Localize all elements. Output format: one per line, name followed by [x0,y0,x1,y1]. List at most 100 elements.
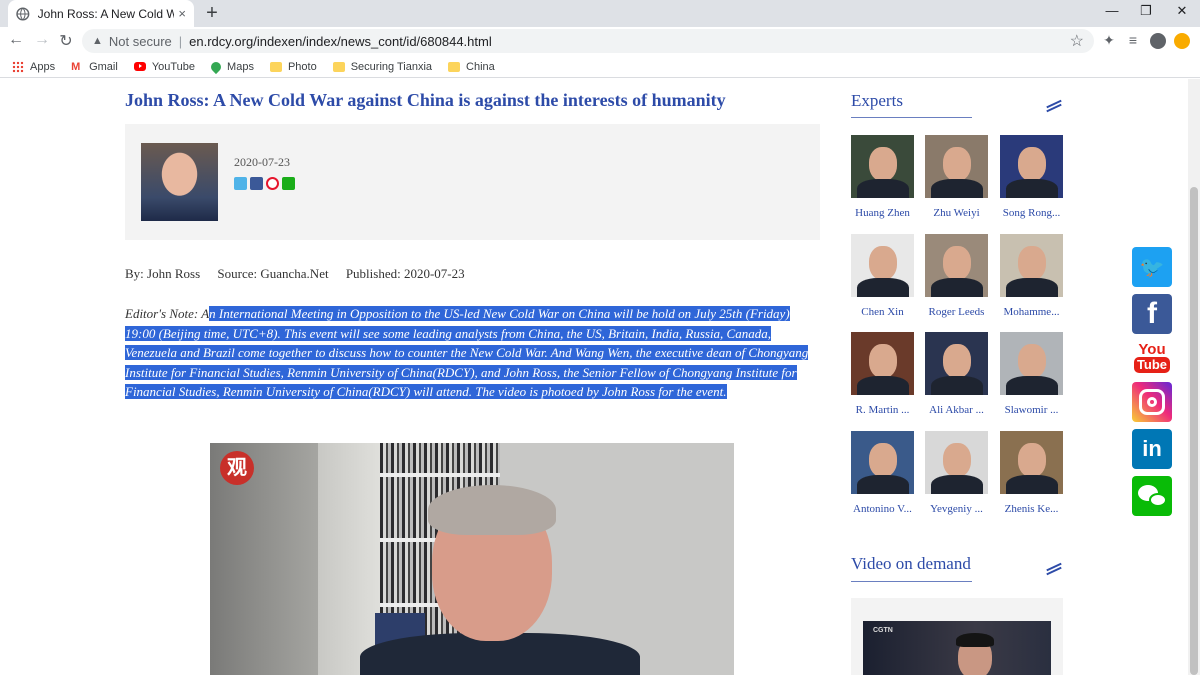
expert-face [869,443,897,477]
expert-name[interactable]: Zhenis Ke... [1000,503,1063,515]
bookmark-label: China [466,60,495,73]
youtube-logo-icon[interactable]: You Tube [1132,337,1172,377]
expert-card[interactable]: Ali Akbar ... [925,332,988,416]
published-byline: Published: 2020-07-23 [345,266,465,281]
expert-photo [1000,431,1063,494]
window-close-button[interactable]: ✕ [1172,3,1192,19]
expert-name[interactable]: Slawomir ... [1000,404,1063,416]
cgtn-logo: CGTN [873,627,893,634]
bookmark-china[interactable]: China [448,61,495,73]
expert-name[interactable]: Roger Leeds [925,306,988,318]
expert-name[interactable]: Zhu Weiyi [925,207,988,219]
globe-icon [16,6,30,21]
folder-icon [332,61,345,72]
maps-pin-icon [208,59,224,74]
expert-name[interactable]: Huang Zhen [851,207,914,219]
bookmark-star-icon[interactable]: ☆ [1070,31,1084,51]
expert-card[interactable]: Huang Zhen [851,135,914,219]
url-text: en.rdcy.org/indexen/index/news_cont/id/6… [189,33,492,49]
editor-note: Editor's Note: An International Meeting … [125,304,815,402]
bookmark-photo[interactable]: Photo [269,61,317,73]
expert-card[interactable]: Slawomir ... [1000,332,1063,416]
twitter-share-icon[interactable] [234,177,247,190]
expert-card[interactable]: Chen Xin [851,234,914,318]
wechat-share-icon[interactable] [282,177,295,190]
bookmark-label: Maps [227,60,254,73]
expert-name[interactable]: Yevgeniy ... [925,503,988,515]
expert-card[interactable]: Yevgeniy ... [925,431,988,515]
video-on-demand-heading[interactable]: Video on demand [851,554,971,574]
video-player[interactable]: 观 [210,443,734,675]
experts-heading[interactable]: Experts [851,91,903,111]
expert-name[interactable]: Song Rong... [1000,207,1063,219]
author-info-box: 2020-07-23 [125,124,820,240]
article-date: 2020-07-23 [234,155,290,169]
vod-person-hair [956,633,994,647]
bookmark-apps[interactable]: Apps [12,60,55,73]
twitter-icon[interactable]: 🐦 [1132,247,1172,287]
extension-orange-icon[interactable] [1174,33,1190,49]
minimize-button[interactable]: — [1102,3,1122,18]
expert-suit [857,179,909,198]
expert-name[interactable]: Mohamme... [1000,306,1063,318]
expert-face [943,443,971,477]
forward-button[interactable]: → [32,31,52,49]
expert-face [869,147,897,181]
tab-close-icon[interactable]: × [178,6,186,21]
page-scrollbar[interactable] [1188,79,1200,675]
expert-name[interactable]: Ali Akbar ... [925,404,988,416]
youtube-icon [133,62,146,71]
vod-thumbnail[interactable]: CGTN [863,621,1051,675]
weibo-share-icon[interactable] [266,177,279,190]
bookmark-maps[interactable]: Maps [208,59,254,74]
tab-title: John Ross: A New Cold War agai [37,6,175,21]
expert-name[interactable]: Chen Xin [851,306,914,318]
instagram-icon[interactable] [1132,382,1172,422]
expert-photo [925,431,988,494]
youtube-you-text: You [1138,340,1166,358]
address-bar[interactable]: ▲ Not secure | en.rdcy.org/indexen/index… [82,29,1094,53]
tab-strip: John Ross: A New Cold War agai × + — ❐ ✕ [0,0,1200,27]
expert-name[interactable]: R. Martin ... [851,404,914,416]
new-tab-button[interactable]: + [202,2,222,25]
share-buttons [234,177,295,190]
expert-suit [1006,376,1058,395]
linkedin-icon[interactable]: in [1132,429,1172,469]
bookmark-youtube[interactable]: YouTube [133,61,195,73]
expert-card[interactable]: R. Martin ... [851,332,914,416]
bookmark-label: Gmail [89,60,118,73]
bookmark-gmail[interactable]: M Gmail [71,61,118,73]
back-button[interactable]: ← [6,31,26,49]
bookmark-securing-tianxia[interactable]: Securing Tianxia [332,61,432,73]
maximize-button[interactable]: ❐ [1136,3,1156,19]
expert-photo [1000,332,1063,395]
warning-icon: ▲ [92,35,103,47]
expert-card[interactable]: Antonino V... [851,431,914,515]
omnibox-separator: | [178,33,183,49]
author-byline: By: John Ross [125,266,201,281]
reload-button[interactable]: ↻ [56,31,76,51]
byline: By: John Ross Source: Guancha.Net Publis… [125,266,479,282]
expert-card[interactable]: Roger Leeds [925,234,988,318]
browser-tab[interactable]: John Ross: A New Cold War agai × [8,0,194,27]
expert-photo [851,332,914,395]
expert-face [1018,147,1046,181]
facebook-icon[interactable]: f [1132,294,1172,334]
reading-list-icon[interactable]: ≡ [1124,32,1142,48]
expert-photo [925,135,988,198]
instagram-camera-glyph [1139,389,1165,415]
expert-card[interactable]: Zhenis Ke... [1000,431,1063,515]
slash-decoration-icon [1046,564,1062,574]
facebook-share-icon[interactable] [250,177,263,190]
wechat-icon[interactable] [1132,476,1172,516]
expert-card[interactable]: Zhu Weiyi [925,135,988,219]
video-shelf-board [380,473,500,477]
expert-card[interactable]: Mohamme... [1000,234,1063,318]
vod-heading-underline [851,581,972,582]
scrollbar-thumb[interactable] [1190,187,1198,675]
extensions-puzzle-icon[interactable]: ✦ [1100,32,1118,49]
profile-avatar-icon[interactable] [1150,33,1166,49]
expert-name[interactable]: Antonino V... [851,503,914,515]
expert-suit [857,376,909,395]
expert-card[interactable]: Song Rong... [1000,135,1063,219]
